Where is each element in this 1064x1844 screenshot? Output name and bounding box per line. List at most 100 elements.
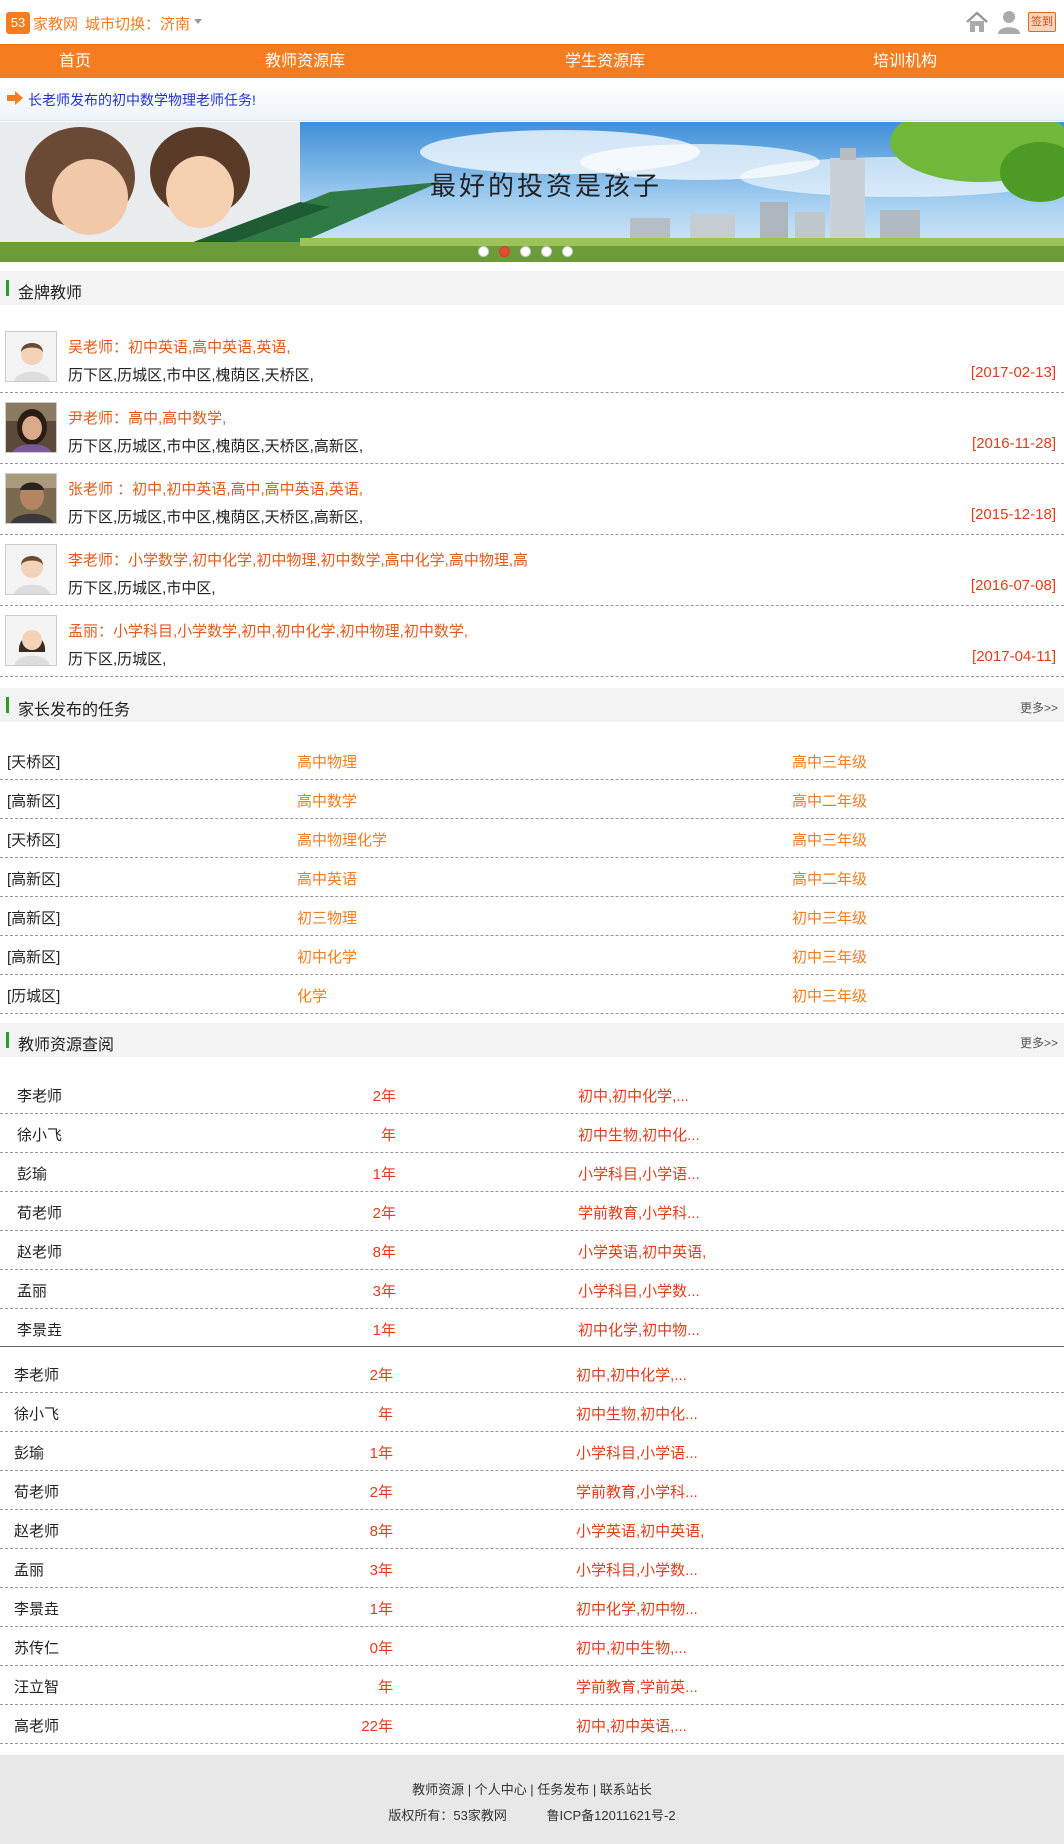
teacher-row[interactable]: 吴老师：初中英语,高中英语,英语, 历下区,历城区,市中区,槐荫区,天桥区, [… <box>0 322 1064 393</box>
resource-row[interactable]: 赵老师 8年 小学英语,初中英语, <box>0 1231 1064 1270</box>
resource-row[interactable]: 彭瑜 1年 小学科目,小学语... <box>0 1153 1064 1192</box>
nav-item-student-resources[interactable]: 学生资源库 <box>505 45 705 79</box>
avatar[interactable] <box>5 402 57 453</box>
avatar[interactable] <box>5 331 57 382</box>
resource-row[interactable]: 汪立智 年 学前教育,学前英... <box>0 1666 1064 1705</box>
teacher-subjects[interactable]: 尹老师：高中,高中数学, <box>68 407 226 428</box>
resource-years: 年 <box>380 1127 396 1144</box>
section-marker <box>6 1032 9 1048</box>
resource-row[interactable]: 孟丽 3年 小学科目,小学数... <box>0 1549 1064 1588</box>
resource-row[interactable]: 孟丽 3年 小学科目,小学数... <box>0 1270 1064 1309</box>
resource-name[interactable]: 高老师 <box>14 1715 59 1736</box>
resource-name[interactable]: 李老师 <box>17 1085 62 1106</box>
section-title: 金牌教师 <box>18 285 83 302</box>
resource-years: 年 <box>377 1406 393 1423</box>
resource-name[interactable]: 赵老师 <box>14 1520 59 1541</box>
resource-row[interactable]: 高老师 22年 初中,初中英语,... <box>0 1705 1064 1744</box>
teacher-row[interactable]: 李老师：小学数学,初中化学,初中物理,初中数学,高中化学,高中物理,高 历下区,… <box>0 535 1064 606</box>
teacher-date: [2016-11-28] <box>972 435 1056 452</box>
carousel-dot[interactable] <box>562 246 573 257</box>
task-subject[interactable]: 高中英语 <box>297 868 357 889</box>
resource-subjects: 学前教育,学前英... <box>576 1679 698 1696</box>
copyright-text: 版权所有：53家教网 <box>388 1808 507 1823</box>
chevron-down-icon[interactable] <box>194 19 202 24</box>
teacher-date: [2017-04-11] <box>972 648 1056 665</box>
carousel-dot-active[interactable] <box>499 246 510 257</box>
task-subject[interactable]: 化学 <box>297 985 327 1006</box>
task-grade: 初中三年级 <box>792 988 868 1005</box>
site-name[interactable]: 家教网 <box>33 13 78 34</box>
teacher-row[interactable]: 尹老师：高中,高中数学, 历下区,历城区,市中区,槐荫区,天桥区,高新区, [2… <box>0 393 1064 464</box>
resource-name[interactable]: 荀老师 <box>14 1481 59 1502</box>
teacher-row[interactable]: 张老师 ：初中,初中英语,高中,高中英语,英语, 历下区,历城区,市中区,槐荫区… <box>0 464 1064 535</box>
nav-item-training[interactable]: 培训机构 <box>805 45 1005 79</box>
avatar[interactable] <box>5 544 57 595</box>
task-row[interactable]: [天桥区] 高中物理 高中三年级 <box>0 741 1064 780</box>
teacher-subjects[interactable]: 吴老师：初中英语,高中英语,英语, <box>68 336 291 357</box>
carousel-dot[interactable] <box>478 246 489 257</box>
banner-carousel[interactable]: 最好的投资是孩子 <box>0 122 1064 262</box>
resource-name[interactable]: 李景垚 <box>17 1319 62 1340</box>
resource-name[interactable]: 李景垚 <box>14 1598 59 1619</box>
resource-row[interactable]: 徐小飞 年 初中生物,初中化... <box>0 1114 1064 1153</box>
resource-subjects: 学前教育,小学科... <box>578 1205 700 1222</box>
resource-row[interactable]: 苏传仁 0年 初中,初中生物,... <box>0 1627 1064 1666</box>
icp-number[interactable]: 鲁ICP备12011621号-2 <box>546 1808 675 1823</box>
resource-name[interactable]: 赵老师 <box>17 1241 62 1262</box>
resource-row[interactable]: 徐小飞 年 初中生物,初中化... <box>0 1393 1064 1432</box>
task-row[interactable]: [高新区] 初三物理 初中三年级 <box>0 897 1064 936</box>
resource-row[interactable]: 李老师 2年 初中,初中化学,... <box>0 1075 1064 1114</box>
user-icon[interactable] <box>996 9 1022 35</box>
notice-text[interactable]: 长老师发布的初中数学物理老师任务! <box>28 90 256 110</box>
resource-name[interactable]: 荀老师 <box>17 1202 62 1223</box>
resource-name[interactable]: 孟丽 <box>14 1559 44 1580</box>
teacher-subjects[interactable]: 孟丽：小学科目,小学数学,初中,初中化学,初中物理,初中数学, <box>68 620 468 641</box>
resource-name[interactable]: 孟丽 <box>17 1280 47 1301</box>
teacher-row[interactable]: 孟丽：小学科目,小学数学,初中,初中化学,初中物理,初中数学, 历下区,历城区,… <box>0 606 1064 677</box>
teacher-subjects[interactable]: 李老师：小学数学,初中化学,初中物理,初中数学,高中化学,高中物理,高 <box>68 549 528 570</box>
task-subject[interactable]: 高中物理化学 <box>297 829 387 850</box>
nav-item-home[interactable]: 首页 <box>0 45 175 79</box>
footer-links[interactable]: 教师资源 | 个人中心 | 任务发布 | 联系站长 <box>0 1779 1064 1798</box>
task-subject[interactable]: 初中化学 <box>297 946 357 967</box>
more-link[interactable]: 更多>> <box>1020 1034 1058 1051</box>
resource-name[interactable]: 李老师 <box>14 1364 59 1385</box>
resource-row[interactable]: 赵老师 8年 小学英语,初中英语, <box>0 1510 1064 1549</box>
carousel-dot[interactable] <box>541 246 552 257</box>
resource-row[interactable]: 李老师 2年 初中,初中化学,... <box>0 1354 1064 1393</box>
more-link[interactable]: 更多>> <box>1020 699 1058 716</box>
carousel-dot[interactable] <box>520 246 531 257</box>
resource-row[interactable]: 荀老师 2年 学前教育,小学科... <box>0 1471 1064 1510</box>
resource-row[interactable]: 李景垚 1年 初中化学,初中物... <box>0 1588 1064 1627</box>
resource-name[interactable]: 徐小飞 <box>14 1403 59 1424</box>
task-subject[interactable]: 高中物理 <box>297 751 357 772</box>
resource-years: 8年 <box>372 1244 396 1261</box>
resource-name[interactable]: 汪立智 <box>14 1676 59 1697</box>
resource-name[interactable]: 彭瑜 <box>14 1442 44 1463</box>
resource-name[interactable]: 徐小飞 <box>17 1124 62 1145</box>
resource-row[interactable]: 彭瑜 1年 小学科目,小学语... <box>0 1432 1064 1471</box>
task-row[interactable]: [天桥区] 高中物理化学 高中三年级 <box>0 819 1064 858</box>
resource-name[interactable]: 苏传仁 <box>14 1637 59 1658</box>
task-row[interactable]: [历城区] 化学 初中三年级 <box>0 975 1064 1014</box>
resource-row[interactable]: 李景垚 1年 初中化学,初中物... <box>0 1309 1064 1348</box>
resource-subjects: 初中,初中英语,... <box>576 1718 687 1735</box>
task-row[interactable]: [高新区] 高中数学 高中二年级 <box>0 780 1064 819</box>
task-row[interactable]: [高新区] 高中英语 高中二年级 <box>0 858 1064 897</box>
home-icon[interactable] <box>964 9 990 35</box>
avatar[interactable] <box>5 615 57 666</box>
city-switch[interactable]: 城市切换：济南 <box>85 13 190 34</box>
task-subject[interactable]: 高中数学 <box>297 790 357 811</box>
resource-name[interactable]: 彭瑜 <box>17 1163 47 1184</box>
teacher-subjects[interactable]: 张老师 ：初中,初中英语,高中,高中英语,英语, <box>68 478 363 499</box>
site-logo[interactable]: 53 <box>6 12 30 34</box>
task-subject[interactable]: 初三物理 <box>297 907 357 928</box>
nav-item-teacher-resources[interactable]: 教师资源库 <box>205 45 405 79</box>
resource-row[interactable]: 荀老师 2年 学前教育,小学科... <box>0 1192 1064 1231</box>
group-divider <box>0 1346 1064 1347</box>
task-area: [天桥区] <box>7 754 61 771</box>
resource-subjects: 学前教育,小学科... <box>576 1484 698 1501</box>
task-row[interactable]: [高新区] 初中化学 初中三年级 <box>0 936 1064 975</box>
avatar[interactable] <box>5 473 57 524</box>
signin-button[interactable]: 签到 <box>1028 12 1056 32</box>
